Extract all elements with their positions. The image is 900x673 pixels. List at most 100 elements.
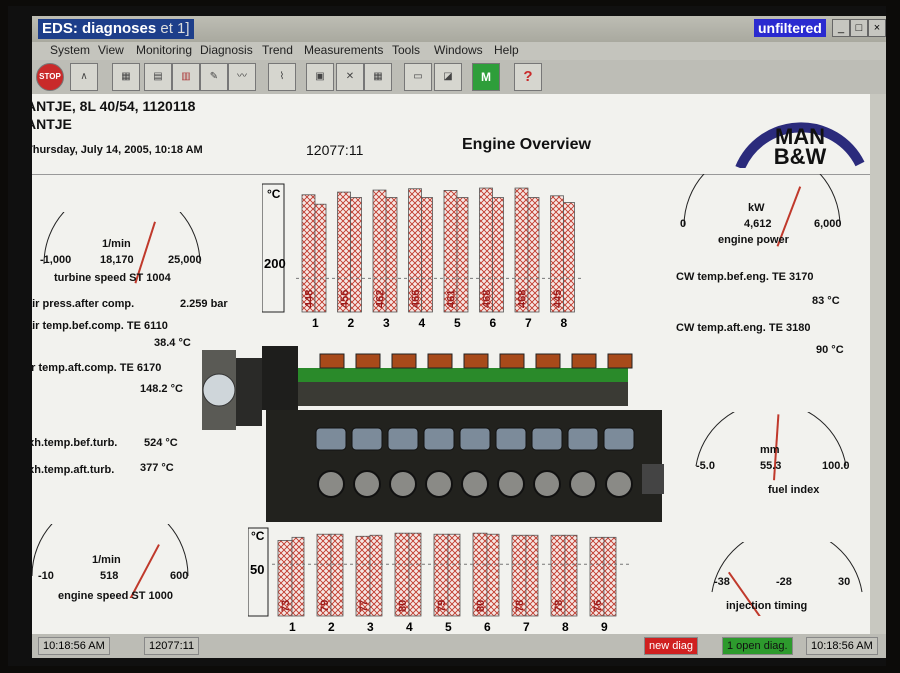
line-chart-icon[interactable]: 〰 (228, 63, 256, 91)
gauge-min: -10 (38, 570, 54, 582)
status-bar: 10:18:56 AM 12077:11 new diag 1 open dia… (32, 634, 886, 658)
valve-cover (427, 353, 453, 369)
pencil-icon[interactable]: ✎ (200, 63, 228, 91)
menu-system[interactable]: System (50, 43, 90, 57)
turbocharger-fan-icon (202, 373, 236, 407)
gauge-min: -38 (714, 576, 730, 588)
cylinder-cover (531, 427, 563, 451)
gauge-value: -28 (776, 576, 792, 588)
menu-tools[interactable]: Tools (392, 43, 420, 57)
turbo-connector (236, 358, 262, 426)
m-button[interactable]: M (472, 63, 500, 91)
chart-ytick: 200 (264, 256, 286, 271)
table-icon[interactable]: ▦ (364, 63, 392, 91)
exh-temp-bef-turb-value: 524 °C (144, 437, 178, 449)
gauge-unit: mm (760, 444, 780, 456)
exh-temp-aft-turb-value: 377 °C (140, 462, 174, 474)
gauge-label: turbine speed ST 1004 (54, 272, 171, 284)
panel-icon[interactable]: ▤ (144, 63, 172, 91)
bar-value-label: 462 (375, 290, 387, 308)
stop-button[interactable]: STOP (36, 63, 64, 91)
engine-graphic (202, 344, 672, 526)
vertical-scrollbar[interactable] (870, 94, 886, 634)
tools-icon[interactable]: ✕ (336, 63, 364, 91)
save-icon[interactable]: ▣ (306, 63, 334, 91)
bar-chart-icon[interactable]: ▥ (172, 63, 200, 91)
bell-curve-icon[interactable]: ∧ (70, 63, 98, 91)
bar-secondary (527, 197, 540, 313)
vessel-engine-line: ANTJE, 8L 40/54, 1120118 (32, 98, 196, 114)
help-button[interactable]: ? (514, 63, 542, 91)
close-button[interactable]: × (868, 19, 886, 37)
gauge-max: 600 (170, 570, 189, 582)
bar-secondary (314, 203, 327, 313)
bar-secondary (525, 534, 539, 617)
maximize-button[interactable]: □ (850, 19, 868, 37)
menu-measurements[interactable]: Measurements (304, 43, 383, 57)
category-tick: 4 (419, 316, 426, 330)
title-bar: EDS: diagnoses et 1] unfiltered _ □ × (32, 16, 886, 42)
bar-value-label: 80 (397, 600, 409, 612)
menu-view[interactable]: View (98, 43, 124, 57)
tile-icon[interactable]: ◪ (434, 63, 462, 91)
cw-temp-bef-eng-label: CW temp.bef.eng. TE 3170 (676, 271, 814, 283)
man-bw-logo: MAN B&W (732, 94, 868, 171)
chart-ytick: 50 (250, 562, 264, 577)
chart-svg: °C 50 73 1 79 2 77 3 80 4 79 5 80 6 78 7 78 8 76 9 (247, 527, 629, 634)
category-tick: 1 (312, 316, 319, 330)
bar-value-label: 77 (358, 600, 370, 612)
minimize-button[interactable]: _ (832, 19, 850, 37)
status-time-right: 10:18:56 AM (806, 637, 878, 655)
engine-speed-gauge: 1/min -10 518 600 engine speed ST 1000 (32, 497, 200, 604)
exh-temp-aft-turb-label: exh.temp.aft.turb. (32, 464, 115, 476)
new-diag-indicator[interactable]: new diag (644, 637, 699, 655)
screen-title: Engine Overview (462, 136, 591, 153)
bar-value-label: 76 (592, 600, 604, 612)
charge-air-manifold (298, 368, 628, 382)
bar-secondary (408, 532, 422, 617)
trend-icon[interactable]: ⌇ (268, 63, 296, 91)
gauge-max: 6,000 (814, 218, 842, 230)
crankcase-door (569, 470, 597, 498)
category-tick: 7 (523, 620, 530, 634)
gauge-value: 518 (100, 570, 119, 582)
menu-help[interactable]: Help (494, 43, 519, 57)
cylinder-cover (603, 427, 635, 451)
bar-value-label: 448 (304, 290, 316, 308)
air-press-after-comp-value: 2.259 bar (180, 298, 228, 310)
grid-icon[interactable]: ▦ (112, 63, 140, 91)
open-diag-indicator[interactable]: 1 open diag. (722, 637, 793, 655)
cylinder-heads (298, 382, 628, 406)
valve-cover (355, 353, 381, 369)
menu-monitoring[interactable]: Monitoring (136, 43, 192, 57)
cw-temp-aft-eng-value: 90 °C (816, 344, 844, 356)
bar-secondary (350, 197, 362, 313)
menu-windows[interactable]: Windows (434, 43, 483, 57)
bar-value-label: 445 (552, 290, 564, 308)
bar-value-label: 79 (319, 600, 331, 612)
category-tick: 9 (601, 620, 608, 634)
running-hours: 12077:11 (306, 142, 364, 158)
category-tick: 4 (406, 620, 413, 634)
gauge-unit: 1/min (102, 238, 131, 250)
window-icon[interactable]: ▭ (404, 63, 432, 91)
category-tick: 5 (445, 620, 452, 634)
menu-diagnosis[interactable]: Diagnosis (200, 43, 253, 57)
gauge-max: 30 (838, 576, 851, 588)
cylinder-cover (459, 427, 491, 451)
cw-temp-bef-eng-value: 83 °C (812, 295, 840, 307)
bar-secondary (330, 533, 344, 617)
toolbar: STOP ∧ ▦ ▤ ▥ ✎ 〰 ⌇ ▣ ✕ ▦ ▭ ◪ M ? (32, 60, 886, 94)
cylinder-cover (567, 427, 599, 451)
cw-temp-aft-eng-label: CW temp.aft.eng. TE 3180 (676, 322, 811, 334)
valve-cover (535, 353, 561, 369)
valve-cover (499, 353, 525, 369)
crankcase-door (425, 470, 453, 498)
gauge-label: injection timing (726, 600, 808, 612)
bar-secondary (564, 534, 578, 617)
category-tick: 3 (383, 316, 390, 330)
date-time: Thursday, July 14, 2005, 10:18 AM (32, 144, 203, 156)
gauge-min: 0 (680, 218, 687, 230)
menu-trend[interactable]: Trend (262, 43, 293, 57)
category-tick: 2 (348, 316, 355, 330)
